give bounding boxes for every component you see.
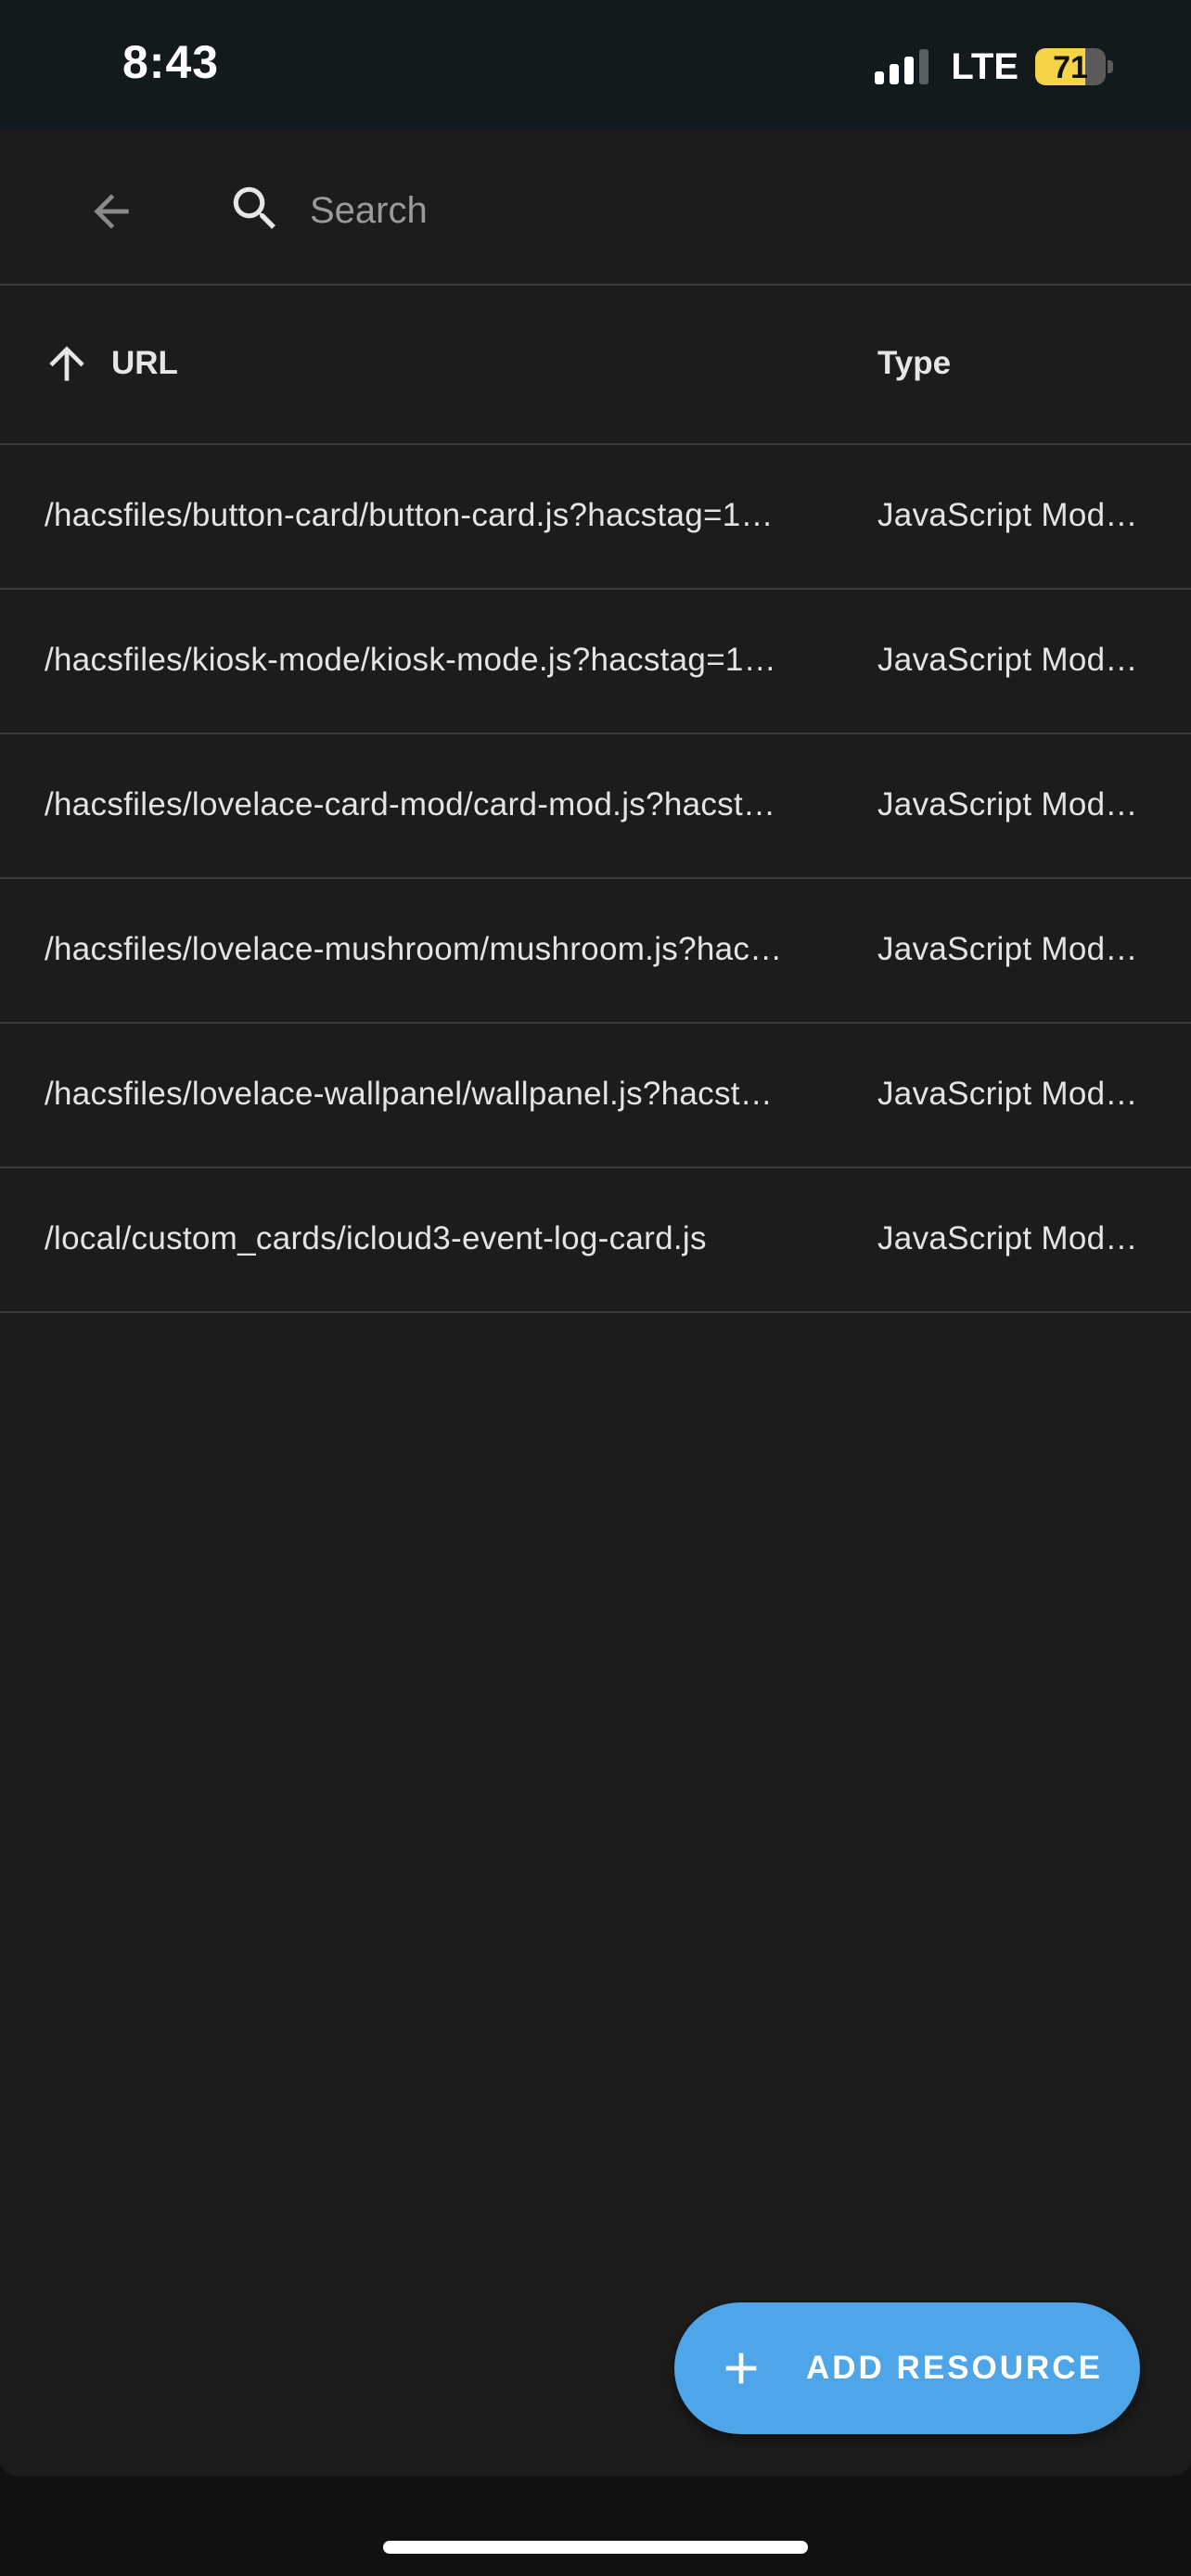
- battery-nub: [1108, 60, 1113, 73]
- signal-bar: [890, 64, 900, 84]
- signal-bar: [919, 49, 929, 84]
- battery-level: 71: [1053, 50, 1088, 85]
- add-resource-button[interactable]: ADD RESOURCE: [674, 2302, 1140, 2434]
- search-input[interactable]: [310, 178, 1126, 243]
- column-header-url[interactable]: URL: [111, 345, 178, 382]
- column-header-type[interactable]: Type: [877, 345, 951, 382]
- table-row[interactable]: /hacsfiles/lovelace-mushroom/mushroom.js…: [0, 879, 1191, 1024]
- plus-icon: [715, 2342, 767, 2394]
- table-row[interactable]: /hacsfiles/lovelace-card-mod/card-mod.js…: [0, 734, 1191, 879]
- resource-type: JavaScript Module: [877, 497, 1141, 533]
- table-row[interactable]: /hacsfiles/kiosk-mode/kiosk-mode.js?hacs…: [0, 590, 1191, 734]
- status-indicators: LTE 71: [875, 43, 1113, 91]
- arrow-up-icon[interactable]: [41, 338, 93, 389]
- signal-bar: [875, 71, 885, 84]
- magnify-icon: [223, 176, 288, 241]
- add-resource-label: ADD RESOURCE: [806, 2350, 1103, 2386]
- resource-type: JavaScript Module: [877, 642, 1141, 678]
- search-toolbar: [0, 130, 1191, 286]
- table-header: URL Type: [0, 286, 1191, 445]
- resource-url: /hacsfiles/button-card/button-card.js?ha…: [45, 497, 787, 533]
- resources-page: URL Type /hacsfiles/button-card/button-c…: [0, 130, 1191, 2476]
- table-row[interactable]: /hacsfiles/button-card/button-card.js?ha…: [0, 445, 1191, 590]
- resource-url: /hacsfiles/kiosk-mode/kiosk-mode.js?hacs…: [45, 642, 787, 678]
- resource-type: JavaScript Module: [877, 1220, 1141, 1256]
- resource-type: JavaScript Module: [877, 931, 1141, 967]
- signal-bar: [904, 57, 915, 84]
- network-type-label: LTE: [951, 45, 1018, 87]
- resource-url: /hacsfiles/lovelace-mushroom/mushroom.js…: [45, 931, 787, 967]
- resource-type: JavaScript Module: [877, 1076, 1141, 1112]
- resource-list: /hacsfiles/button-card/button-card.js?ha…: [0, 445, 1191, 1313]
- status-bar: 8:43 LTE 71: [0, 0, 1191, 130]
- arrow-left-icon: [94, 194, 129, 229]
- screen: 8:43 LTE 71 Search URL Type /hacsfiles/b…: [0, 0, 1191, 2576]
- status-time: 8:43: [122, 36, 220, 88]
- back-button[interactable]: [76, 176, 147, 247]
- table-row[interactable]: /hacsfiles/lovelace-wallpanel/wallpanel.…: [0, 1024, 1191, 1168]
- cellular-signal-icon: [875, 49, 934, 84]
- table-row[interactable]: /local/custom_cards/icloud3-event-log-ca…: [0, 1168, 1191, 1313]
- home-indicator[interactable]: [383, 2541, 808, 2554]
- resource-url: /hacsfiles/lovelace-card-mod/card-mod.js…: [45, 786, 787, 823]
- resource-url: /local/custom_cards/icloud3-event-log-ca…: [45, 1220, 707, 1256]
- resource-url: /hacsfiles/lovelace-wallpanel/wallpanel.…: [45, 1076, 787, 1112]
- battery-icon: 71: [1035, 48, 1106, 85]
- resource-type: JavaScript Module: [877, 786, 1141, 823]
